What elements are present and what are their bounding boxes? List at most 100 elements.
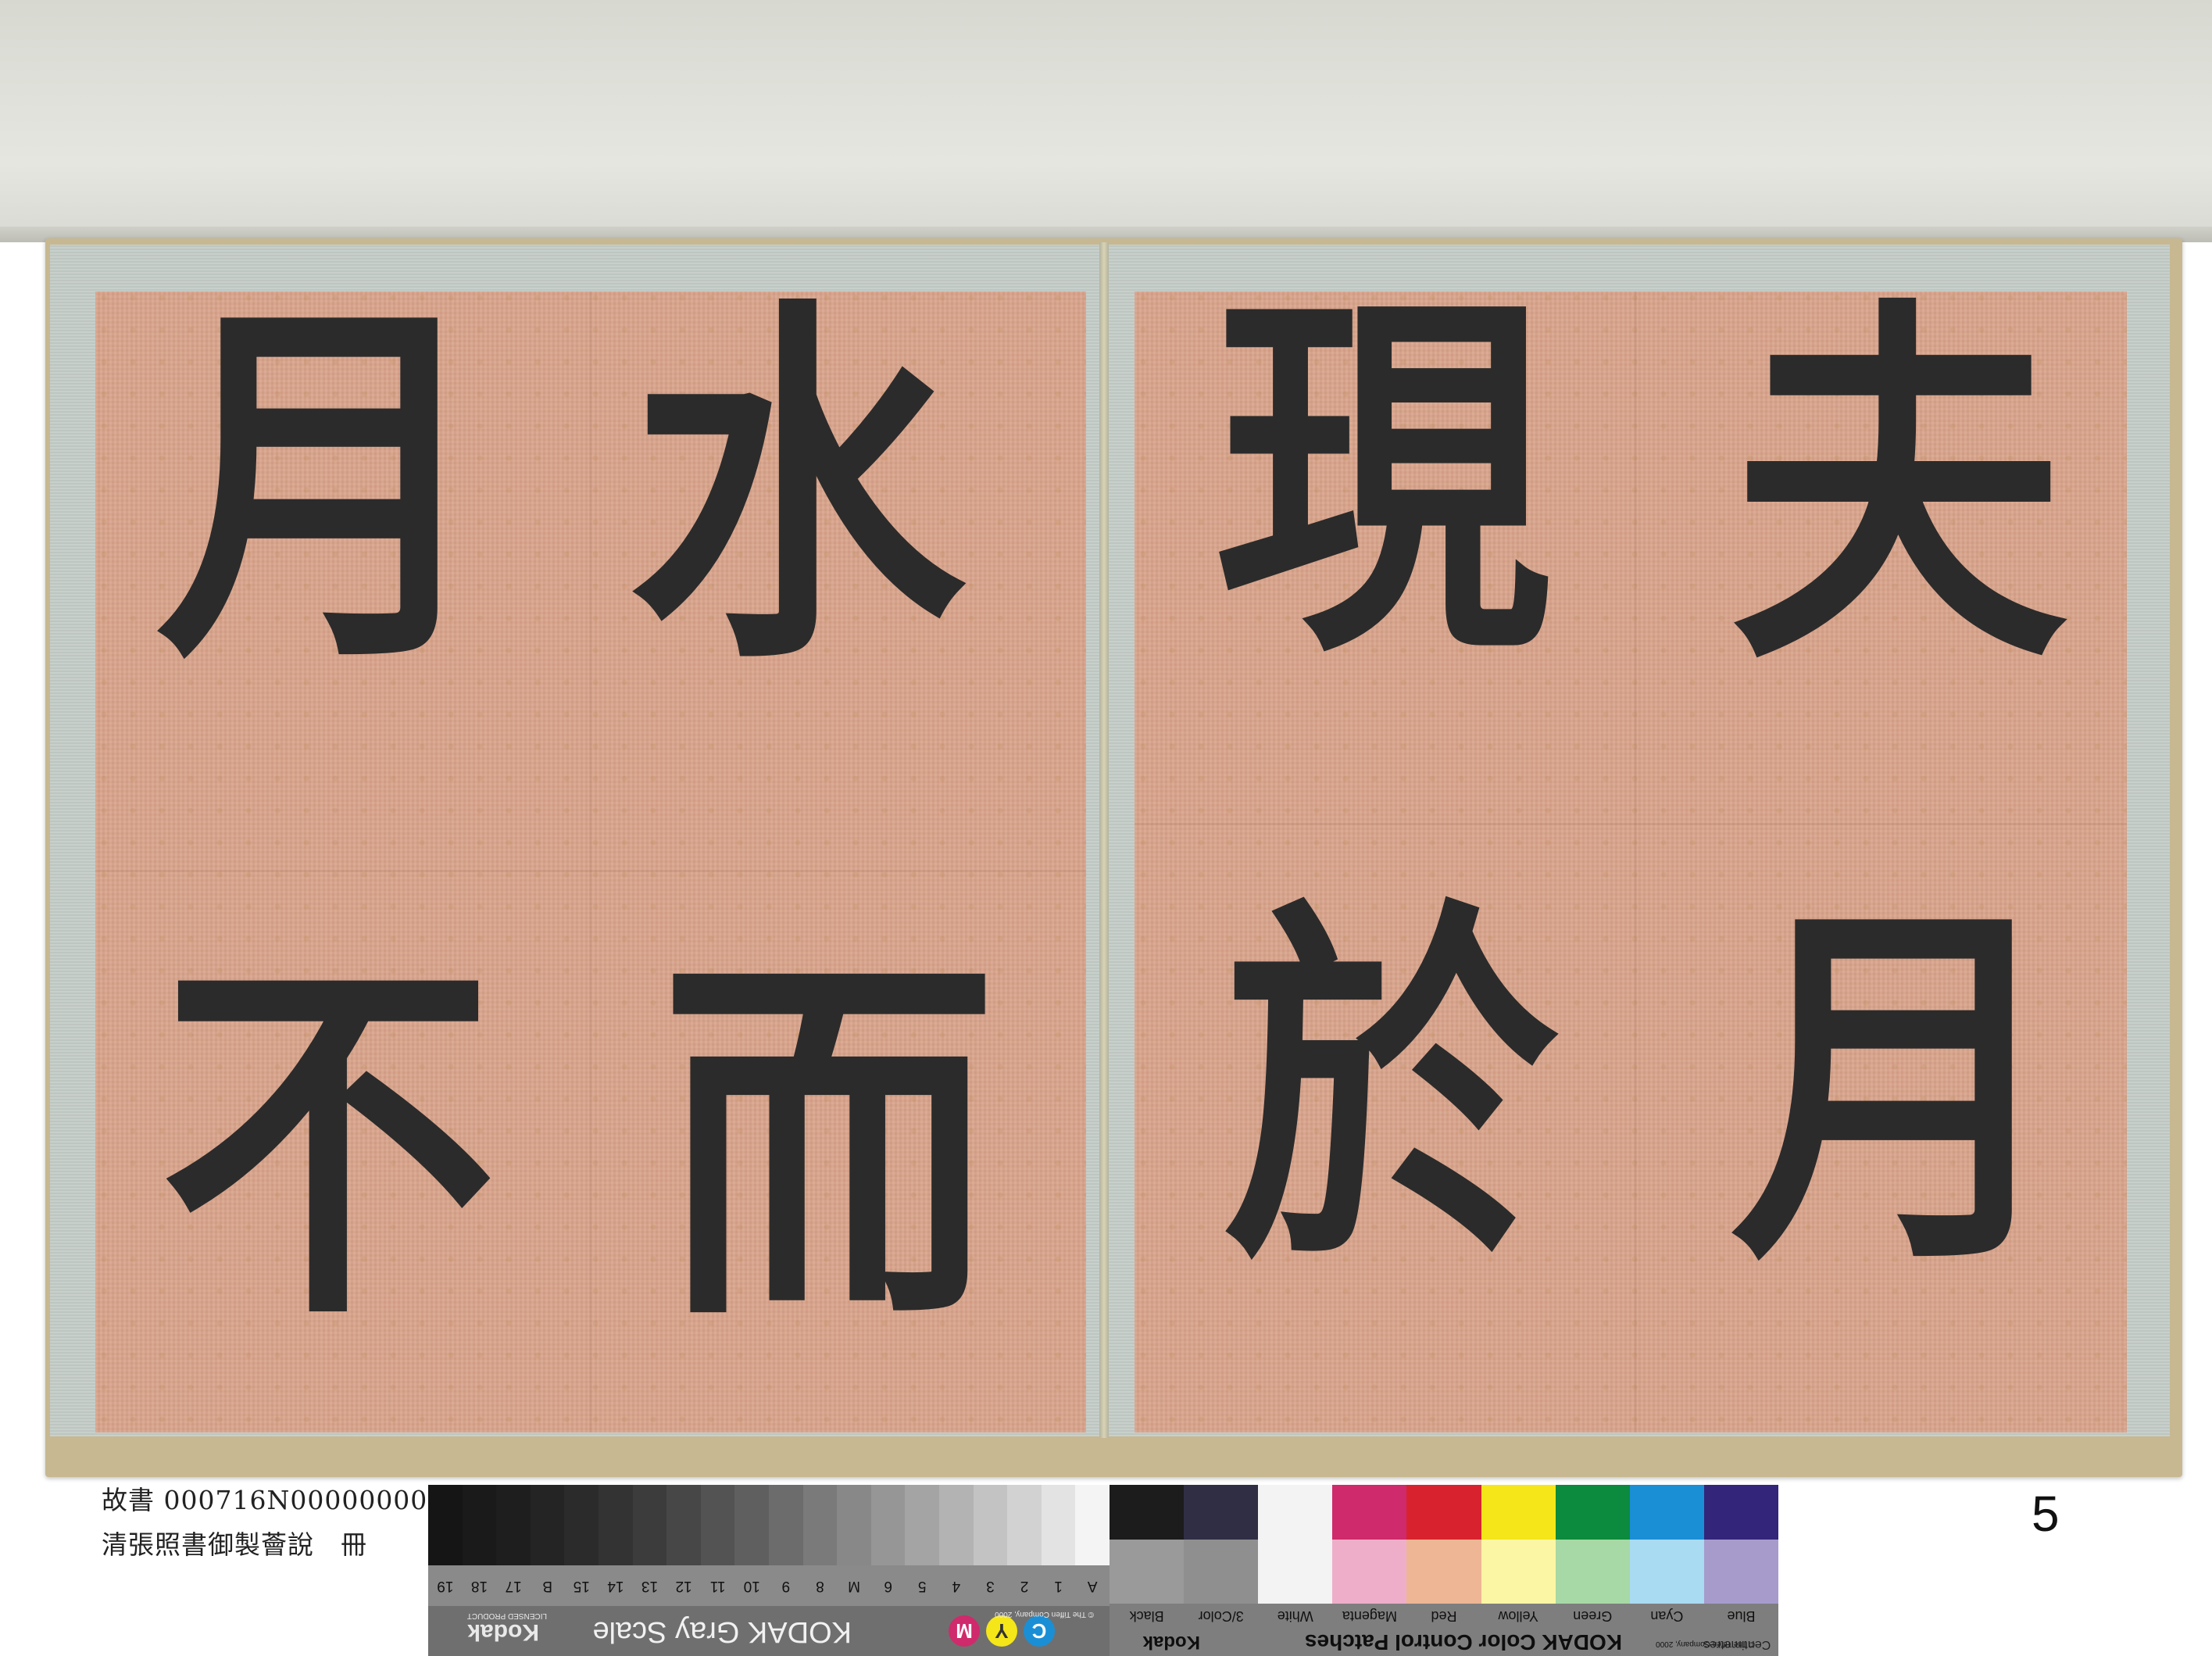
gray-patch [666, 1485, 701, 1565]
yellow-dot: Y [986, 1615, 1017, 1647]
gray-scale-title: KODAK Gray Scale [592, 1615, 852, 1648]
gray-step-label: 17 [505, 1578, 522, 1594]
gray-patch [768, 1485, 803, 1565]
gray-patch [870, 1485, 906, 1565]
calligraphy-character: 不 [160, 923, 496, 1366]
color-patch [1258, 1540, 1333, 1604]
gray-patch [1007, 1485, 1042, 1565]
color-patch-name: Cyan [1650, 1608, 1684, 1624]
gray-step-labels: A 1 2 3 4 5 6 M 8 9 10 11 12 13 14 15 B 17 18 19 [428, 1565, 1110, 1606]
color-patch-name: Black [1129, 1608, 1164, 1624]
album-fold [1099, 242, 1109, 1438]
gray-step-label: 5 [917, 1578, 927, 1594]
panel-seam [1635, 291, 1637, 1432]
gray-step-label: 1 [1054, 1578, 1063, 1594]
color-patch-name: Yellow [1498, 1608, 1538, 1624]
color-patch-name: Red [1431, 1608, 1457, 1624]
gray-step-label: 8 [816, 1578, 824, 1594]
gray-step-label: 13 [641, 1578, 659, 1594]
gray-step-label: A [1087, 1578, 1098, 1594]
cmy-dots: C Y M [949, 1615, 1055, 1647]
color-patch [1629, 1485, 1704, 1540]
gray-patch [496, 1485, 531, 1565]
gray-patch [973, 1485, 1008, 1565]
gray-patch [700, 1485, 735, 1565]
color-patches-top-row [1110, 1485, 1778, 1540]
calligraphy-character: 於 [1223, 868, 1559, 1311]
cyan-dot: C [1024, 1615, 1055, 1647]
color-patch-name: Magenta [1342, 1608, 1397, 1624]
color-patch [1629, 1540, 1704, 1604]
gray-patch [802, 1485, 838, 1565]
gray-patch [462, 1485, 497, 1565]
color-patch-name: White [1277, 1608, 1313, 1624]
catalog-number: 故書 000716N000000000 [102, 1485, 445, 1515]
color-patch [1110, 1485, 1185, 1540]
color-patch [1110, 1540, 1185, 1604]
kodak-logo: Kodak [1142, 1632, 1200, 1653]
color-patch [1258, 1485, 1333, 1540]
calligraphy-character: 水 [629, 266, 965, 710]
backdrop [0, 0, 2212, 234]
gray-patch [1041, 1485, 1076, 1565]
gray-patch [428, 1485, 463, 1565]
gray-scale-title-bar: C Y M KODAK Gray Scale Kodak LICENSED PR… [428, 1606, 1110, 1656]
gray-step-label: B [542, 1578, 553, 1594]
color-patches-title-bar: KODAK Color Control Patches Kodak © The … [1110, 1629, 1778, 1656]
color-patch [1481, 1540, 1556, 1604]
gray-patch [598, 1485, 633, 1565]
color-patch [1332, 1540, 1407, 1604]
gray-patch [734, 1485, 769, 1565]
color-patch [1332, 1485, 1407, 1540]
color-patch-name: 3/Color [1198, 1608, 1244, 1624]
color-patch-name: Blue [1727, 1608, 1756, 1624]
color-patch [1555, 1485, 1630, 1540]
gray-step-label: 18 [470, 1578, 488, 1594]
gray-step-label: 2 [1020, 1578, 1029, 1594]
kodak-gray-scale: A 1 2 3 4 5 6 M 8 9 10 11 12 13 14 15 B 17 18 19 C Y M KODA… [428, 1485, 1110, 1656]
panel-seam [589, 291, 591, 1432]
calligraphy-character: 現 [1215, 259, 1551, 702]
panel-seam [1135, 823, 2127, 825]
calligraphy-character: 月 [1731, 868, 2067, 1311]
gray-patch [530, 1485, 565, 1565]
gray-step-label: 9 [781, 1578, 791, 1594]
color-patch [1555, 1540, 1630, 1604]
color-patch [1184, 1485, 1259, 1540]
gray-step-label: 4 [952, 1578, 961, 1594]
gray-step-label: 10 [743, 1578, 760, 1594]
gray-step-label: 19 [437, 1578, 454, 1594]
gray-step-label: 6 [884, 1578, 892, 1594]
gray-step-label: 14 [607, 1578, 624, 1594]
color-patch-name: Green [1573, 1608, 1613, 1624]
gray-step-label: M [848, 1578, 860, 1594]
centimetres-label: Centimetres [1703, 1638, 1771, 1651]
gray-patch [632, 1485, 667, 1565]
calligraphy-character: 月 [156, 266, 492, 710]
gray-patch [905, 1485, 939, 1565]
gray-patches [428, 1485, 1110, 1565]
kodak-logo: Kodak [467, 1619, 539, 1645]
magenta-dot: M [949, 1615, 980, 1647]
calligraphy-character: 而 [660, 923, 996, 1366]
color-patch [1184, 1540, 1259, 1604]
gray-step-label: 11 [709, 1578, 726, 1594]
gray-patch [1075, 1485, 1110, 1565]
gray-step-label: 15 [573, 1578, 590, 1594]
color-patch-names: Blue Cyan Green Yellow Red Magenta White 3/Colo… [1110, 1604, 1778, 1629]
page-number: 5 [2032, 1486, 2060, 1542]
gray-patch [938, 1485, 974, 1565]
panel-seam [95, 870, 1086, 872]
color-patch [1703, 1485, 1778, 1540]
calligraphy-character: 夫 [1731, 266, 2067, 710]
gray-patch [564, 1485, 599, 1565]
color-patches-bottom-row [1110, 1540, 1778, 1604]
kodak-color-patches: Blue Cyan Green Yellow Red Magenta White 3/Colo… [1110, 1485, 1778, 1656]
gray-patch [837, 1485, 871, 1565]
copyright-text: © The Tiffen Company, 2000 [995, 1610, 1094, 1618]
gray-step-label: 12 [675, 1578, 692, 1594]
color-patch [1703, 1540, 1778, 1604]
color-patch [1406, 1540, 1481, 1604]
catalog-title: 清張照書御製薈說 冊 [102, 1529, 367, 1560]
color-patch [1481, 1485, 1556, 1540]
